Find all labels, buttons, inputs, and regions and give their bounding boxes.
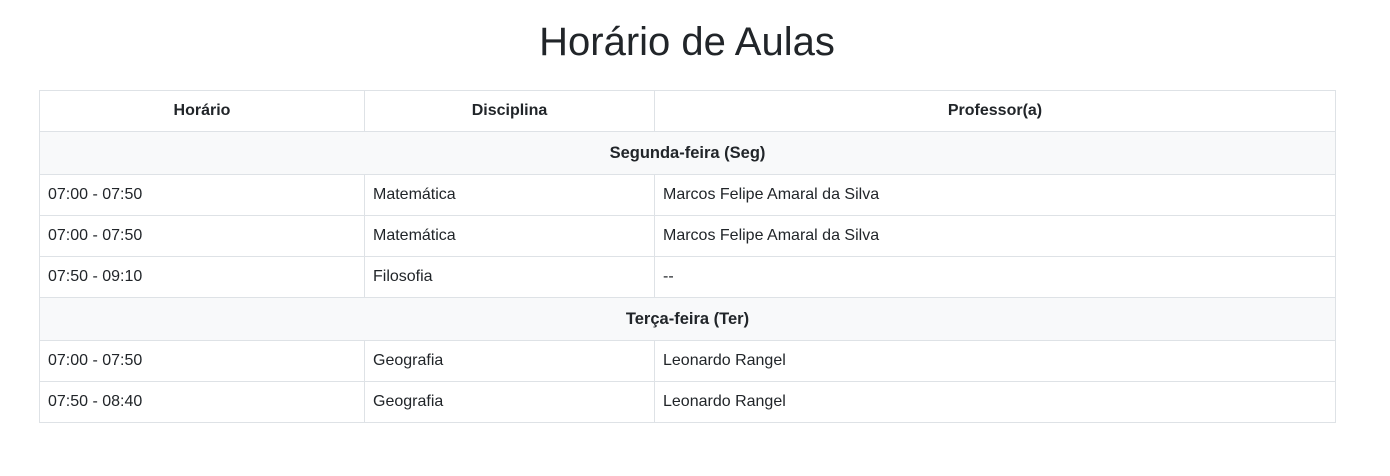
column-header-teacher: Professor(a) xyxy=(654,90,1336,132)
table-row: 07:00 - 07:50 Geografia Leonardo Rangel xyxy=(39,340,1336,382)
teacher-cell: Leonardo Rangel xyxy=(654,381,1336,423)
subject-cell: Matemática xyxy=(364,215,655,257)
column-header-time: Horário xyxy=(39,90,365,132)
time-cell: 07:00 - 07:50 xyxy=(39,340,365,382)
time-cell: 07:00 - 07:50 xyxy=(39,215,365,257)
day-label: Terça-feira (Ter) xyxy=(39,297,1336,341)
teacher-cell: Marcos Felipe Amaral da Silva xyxy=(654,215,1336,257)
subject-cell: Filosofia xyxy=(364,256,655,298)
teacher-cell: Marcos Felipe Amaral da Silva xyxy=(654,174,1336,216)
teacher-cell: Leonardo Rangel xyxy=(654,340,1336,382)
page: Horário de Aulas Horário Disciplina Prof… xyxy=(0,0,1390,476)
subject-cell: Geografia xyxy=(364,340,655,382)
schedule-table: Horário Disciplina Professor(a) Segunda-… xyxy=(39,90,1336,423)
time-cell: 07:50 - 09:10 xyxy=(39,256,365,298)
table-header-row: Horário Disciplina Professor(a) xyxy=(39,90,1336,132)
page-title: Horário de Aulas xyxy=(539,20,835,64)
day-label: Segunda-feira (Seg) xyxy=(39,131,1336,175)
subject-cell: Matemática xyxy=(364,174,655,216)
table-row: 07:00 - 07:50 Matemática Marcos Felipe A… xyxy=(39,174,1336,216)
time-cell: 07:50 - 08:40 xyxy=(39,381,365,423)
table-row: 07:50 - 08:40 Geografia Leonardo Rangel xyxy=(39,381,1336,423)
column-header-subject: Disciplina xyxy=(364,90,655,132)
day-row-monday: Segunda-feira (Seg) xyxy=(39,131,1336,175)
day-row-tuesday: Terça-feira (Ter) xyxy=(39,297,1336,341)
teacher-cell: -- xyxy=(654,256,1336,298)
table-row: 07:00 - 07:50 Matemática Marcos Felipe A… xyxy=(39,215,1336,257)
time-cell: 07:00 - 07:50 xyxy=(39,174,365,216)
table-row: 07:50 - 09:10 Filosofia -- xyxy=(39,256,1336,298)
subject-cell: Geografia xyxy=(364,381,655,423)
